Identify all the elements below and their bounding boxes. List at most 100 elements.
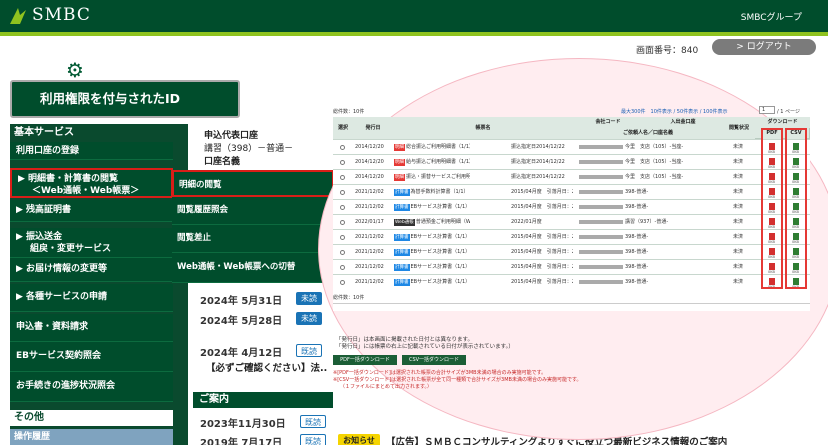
row-select-radio[interactable] (340, 235, 345, 240)
sidebar-item-history[interactable]: 操作履歴 (10, 429, 173, 445)
row-period: 2022/01月度 (511, 219, 542, 225)
col-name: 帳票名 (393, 117, 573, 139)
row-name-text: EBサービス計算書（1/1） (410, 264, 471, 270)
row-select-radio[interactable] (340, 160, 345, 165)
row-status: 未済 (733, 204, 744, 210)
notice-date: 2019年 7月17日 (200, 438, 283, 445)
sidebar-item-transfer[interactable]: ▶ 振込送金 組戻・変更サービス (10, 228, 173, 258)
submenu-view-stop[interactable]: 閲覧差止 (172, 225, 334, 253)
logout-button[interactable]: > ログアウト (712, 39, 816, 55)
row-period: 2015/04月度 引落月日：2021/12/01 (511, 189, 573, 195)
row-period: 2015/04月度 引落月日：2021/12/01 (511, 249, 573, 255)
table-row: 2021/12/02 計算書 EBサービス計算書（1/1） 2015/04月度 引落月… (333, 199, 810, 214)
row-date: 2022/01/17 (355, 219, 384, 225)
footnote-1: ※[PDF一括ダウンロード]は選択された帳票の合計サイズが3MB未満の場合のみ実… (333, 370, 547, 376)
row-company-code (579, 275, 623, 290)
row-company-code (579, 260, 623, 275)
col-status: 閲覧状況 (723, 117, 755, 139)
row-company-code (579, 200, 623, 215)
sidebar-item-label: 申込書・資料請求 (16, 322, 89, 332)
submenu-statement-view[interactable]: 明細の閲覧 (172, 170, 334, 197)
row-date: 2021/12/02 (355, 249, 384, 255)
sidebar-item-account-register[interactable]: 利用口座の登録 (10, 142, 173, 160)
col-account: 入出金口座 (643, 117, 723, 128)
row-report-name[interactable]: Web通帳普通預金ご利用明細（Web通帳）（1/1） (394, 215, 470, 230)
row-account: 今里 支店（105）-当座- (625, 144, 684, 150)
sidebar-item-label: 利用口座の登録 (16, 146, 80, 156)
row-report-name[interactable]: 明細 総合振込ご利用明細書（1/1） (394, 140, 470, 155)
row-name-text: 振込・振替サービスご利用明細（1/1） (406, 174, 470, 180)
col-account-sub: ご依頼人名／口座名義 (573, 128, 723, 139)
row-name-text: EBサービス計算書（1/1） (410, 234, 471, 240)
row-status: 未済 (733, 189, 744, 195)
notice-date: 2024年 5月28日 (200, 316, 283, 327)
submenu-view-history[interactable]: 閲覧履歴照会 (172, 197, 334, 225)
row-select-radio[interactable] (340, 205, 345, 210)
page-input[interactable]: 1 (759, 106, 775, 114)
row-report-name[interactable]: 計算書 EBサービス計算書（1/1） (394, 230, 470, 245)
sidebar-item-statements[interactable]: ▶ 明細書・計算書の閲覧 ＜Web通帳・Web帳票＞ (10, 168, 173, 198)
sidebar-item-eb-contract[interactable]: EBサービス契約照会 (10, 342, 173, 372)
row-status: 未済 (733, 234, 744, 240)
row-status: 未済 (733, 174, 744, 180)
notice-date: 2024年 4月12日 (200, 348, 283, 359)
sidebar-item-balance-cert[interactable]: ▶ 残高証明書 (10, 200, 173, 222)
sidebar-item-label: ▶ 各種サービスの申請 (16, 292, 108, 302)
unread-badge: 未読 (296, 292, 322, 305)
pdf-bulk-download-button[interactable]: PDF一括ダウンロード (333, 355, 397, 365)
sidebar-section-basic: 基本サービス (10, 126, 188, 140)
sidebar-item-notification-change[interactable]: ▶ お届け情報の変更等 (10, 258, 173, 282)
submenu-web-switch[interactable]: Web通帳・Web帳票への切替 (172, 253, 334, 283)
csv-bulk-download-button[interactable]: CSV一括ダウンロード (402, 355, 466, 365)
footnote-2: ※[CSV一括ダウンロード]は選択された帳票が全て同一種類で合計サイズが3MB未… (333, 377, 582, 383)
row-account: 398-普通- (625, 204, 649, 210)
screen-number: 画面番号：840 (636, 46, 699, 56)
row-type-tag: 明細 (394, 174, 405, 181)
row-company-code (579, 170, 623, 185)
csv-column-highlight (785, 128, 807, 289)
row-date: 2021/12/02 (355, 234, 384, 240)
table-row: 2014/12/20 明細 総合振込ご利用明細書（1/1） 振込指定日2014/12/… (333, 139, 810, 154)
col-select: 選択 (333, 117, 353, 139)
row-report-name[interactable]: 計算書 EBサービス計算書（1/1） (394, 200, 470, 215)
row-select-radio[interactable] (340, 175, 345, 180)
unread-badge: 未読 (296, 312, 322, 325)
row-type-tag: 計算書 (394, 234, 410, 241)
sidebar: 基本サービス 利用口座の登録 ▶ 明細書・計算書の閲覧 ＜Web通帳・Web帳票＞… (10, 124, 188, 445)
table-row: 2022/01/17 Web通帳普通預金ご利用明細（Web通帳）（1/1） 2022… (333, 214, 810, 229)
table-row: 2021/12/02 計算書 EBサービス計算書（1/1） 2015/04月度 引落月… (333, 229, 810, 244)
row-date: 2021/12/02 (355, 204, 384, 210)
row-period: 2015/04月度 引落月日：2021/12/01 (511, 279, 573, 285)
row-name-text: 為替手数料計算書（1/1） (410, 189, 469, 195)
table-row: 2021/12/02 計算書 為替手数料計算書（1/1） 2015/04月度 引落月日… (333, 184, 810, 199)
row-period: 2015/04月度 引落月日：2021/12/01 (511, 234, 573, 240)
row-report-name[interactable]: 計算書 為替手数料計算書（1/1） (394, 185, 470, 200)
row-select-radio[interactable] (340, 220, 345, 225)
row-select-radio[interactable] (340, 250, 345, 255)
row-report-name[interactable]: 明細振込・振替サービスご利用明細（1/1） (394, 170, 470, 185)
confirm-note[interactable]: 【必ずご確認ください】法... (206, 360, 328, 374)
row-account: 398-普通- (625, 264, 649, 270)
row-name-text: EBサービス計算書（1/1） (410, 279, 471, 285)
row-select-radio[interactable] (340, 145, 345, 150)
smbc-logo-icon (10, 8, 26, 24)
sidebar-item-service-apply[interactable]: ▶ 各種サービスの申請 (10, 284, 173, 312)
row-select-radio[interactable] (340, 265, 345, 270)
account-value: 講習（398）－普通－ (204, 144, 294, 154)
row-report-name[interactable]: 明細 給与振込ご利用明細書（1/1） (394, 155, 470, 170)
row-company-code (579, 140, 623, 155)
sidebar-section-other: その他 (10, 410, 173, 426)
row-report-name[interactable]: 計算書 EBサービス計算書（1/1） (394, 275, 470, 290)
group-label: SMBCグループ (740, 13, 802, 23)
row-period: 2015/04月度 引落月日：2021/12/01 (511, 204, 573, 210)
row-report-name[interactable]: 計算書 EBサービス計算書（1/1） (394, 260, 470, 275)
table-row: 2014/12/20 明細 給与振込ご利用明細書（1/1） 振込指定日2014/12/… (333, 154, 810, 169)
row-account: 講習（937）-普通- (625, 219, 669, 225)
row-select-radio[interactable] (340, 190, 345, 195)
row-name-text: 給与振込ご利用明細書（1/1） (406, 159, 470, 165)
row-select-radio[interactable] (340, 280, 345, 285)
row-report-name[interactable]: 計算書 EBサービス計算書（1/1） (394, 245, 470, 260)
row-account: 今里 支店（105）-当座- (625, 174, 684, 180)
sidebar-item-progress[interactable]: お手続きの進捗状況照会 (10, 372, 173, 402)
sidebar-item-docs-request[interactable]: 申込書・資料請求 (10, 314, 173, 342)
